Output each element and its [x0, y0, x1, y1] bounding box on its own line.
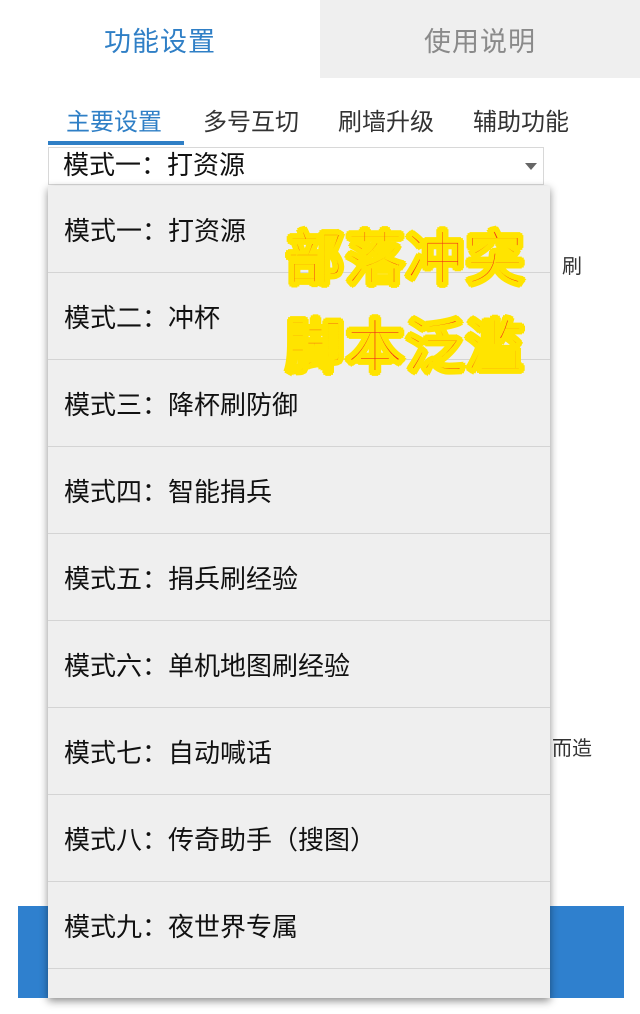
dropdown-option-label: 模式八：传奇助手（搜图） [64, 825, 377, 856]
dropdown-option-label: 模式三：降杯刷防御 [64, 390, 299, 421]
overlay-caption-line1: 部落冲突 [285, 224, 527, 294]
mode-select[interactable]: 模式一：打资源 [48, 147, 544, 185]
app-screen: 功能设置 使用说明 主要设置 多号互切 刷墙升级 辅助功能 模式一：打资源 刷 … [0, 0, 640, 1014]
dropdown-option-label: 模式九：夜世界专属 [64, 912, 299, 943]
tab-function-settings-label: 功能设置 [104, 26, 216, 58]
dropdown-option-label: 模式二：冲杯 [64, 303, 221, 334]
dropdown-option-label: 模式四：智能捐兵 [64, 477, 273, 508]
active-subtab-indicator [48, 141, 184, 145]
background-text-fragment: 而造 [552, 736, 592, 760]
tab-function-settings[interactable]: 功能设置 [0, 0, 320, 78]
dropdown-option-label: 模式七：自动喊话 [64, 738, 273, 769]
subtab-wall-upgrade[interactable]: 刷墙升级 [338, 100, 434, 146]
dropdown-option[interactable]: 模式五：捐兵刷经验 [48, 534, 550, 621]
dropdown-option[interactable]: 模式九：夜世界专属 [48, 882, 550, 969]
subtab-account-switch-label: 多号互切 [203, 108, 299, 136]
dropdown-option-label: 模式一：打资源 [64, 216, 247, 247]
mode-select-value: 模式一：打资源 [63, 151, 246, 181]
subtab-auxiliary-label: 辅助功能 [473, 108, 569, 136]
subtab-main-settings[interactable]: 主要设置 [66, 100, 162, 146]
subtab-wall-upgrade-label: 刷墙升级 [338, 108, 434, 136]
tab-usage-instructions[interactable]: 使用说明 [320, 0, 640, 78]
dropdown-option[interactable]: 模式六：单机地图刷经验 [48, 621, 550, 708]
subtab-main-settings-label: 主要设置 [66, 108, 162, 136]
subtab-auxiliary[interactable]: 辅助功能 [473, 100, 569, 146]
dropdown-option[interactable]: 模式八：传奇助手（搜图） [48, 795, 550, 882]
sub-tab-bar: 主要设置 多号互切 刷墙升级 辅助功能 [48, 100, 608, 146]
dropdown-option[interactable]: 模式七：自动喊话 [48, 708, 550, 795]
dropdown-option[interactable]: 模式四：智能捐兵 [48, 447, 550, 534]
subtab-account-switch[interactable]: 多号互切 [203, 100, 299, 146]
tab-usage-instructions-label: 使用说明 [424, 26, 536, 58]
top-tab-bar: 功能设置 使用说明 [0, 0, 640, 78]
background-text-fragment: 刷 [562, 254, 582, 278]
dropdown-option-label: 模式六：单机地图刷经验 [64, 651, 351, 682]
overlay-caption-line2: 脚本泛滥 [285, 312, 527, 382]
chevron-down-icon [525, 163, 537, 170]
dropdown-option-label: 模式五：捐兵刷经验 [64, 564, 299, 595]
